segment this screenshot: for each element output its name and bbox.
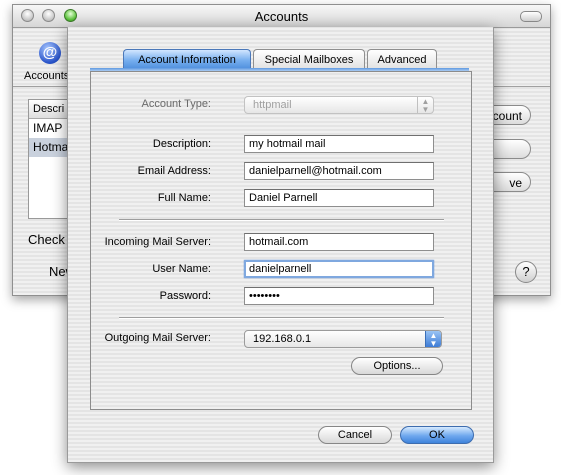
password-field[interactable]: •••••••• [244,287,434,305]
tab-advanced[interactable]: Advanced [367,49,437,69]
outgoing-server-label: Outgoing Mail Server: [104,332,211,344]
incoming-server-label: Incoming Mail Server: [104,236,211,248]
account-type-popup: httpmail ▲ ▼ [244,96,434,114]
full-name-field[interactable]: Daniel Parnell [244,189,434,207]
full-name-label: Full Name: [157,192,211,204]
cancel-button[interactable]: Cancel [318,426,392,444]
tab-special-mailboxes[interactable]: Special Mailboxes [253,49,365,69]
outgoing-server-value: 192.168.0.1 [253,333,312,345]
options-button[interactable]: Options... [351,357,443,375]
password-label: Password: [159,290,211,302]
description-label: Description: [152,138,211,150]
email-address-field[interactable]: danielparnell@hotmail.com [244,162,434,180]
help-icon[interactable]: ? [515,261,537,283]
tab-account-information[interactable]: Account Information [123,49,251,69]
email-address-label: Email Address: [137,165,211,177]
account-type-label: Account Type: [141,98,211,110]
user-name-field[interactable]: danielparnell [244,260,434,278]
description-field[interactable]: my hotmail mail [244,135,434,153]
account-type-value: httpmail [253,99,292,111]
divider [119,219,444,220]
window-title: Accounts [254,9,309,24]
outgoing-server-popup[interactable]: 192.168.0.1 ▲ ▼ [244,330,442,348]
ok-button[interactable]: OK [400,426,474,444]
at-sign-icon[interactable]: @ [39,42,61,64]
toolbar-toggle-button[interactable] [520,11,542,22]
divider [119,317,444,318]
incoming-server-field[interactable]: hotmail.com [244,233,434,251]
user-name-label: User Name: [152,263,211,275]
updown-arrows-icon[interactable]: ▲ ▼ [425,331,441,348]
account-sheet: Account Information Special Mailboxes Ad… [67,27,494,463]
toolbar-accounts-label[interactable]: Accounts [24,70,69,82]
updown-arrows-icon: ▲ ▼ [417,97,433,114]
accounts-titlebar[interactable]: Accounts [13,5,550,28]
